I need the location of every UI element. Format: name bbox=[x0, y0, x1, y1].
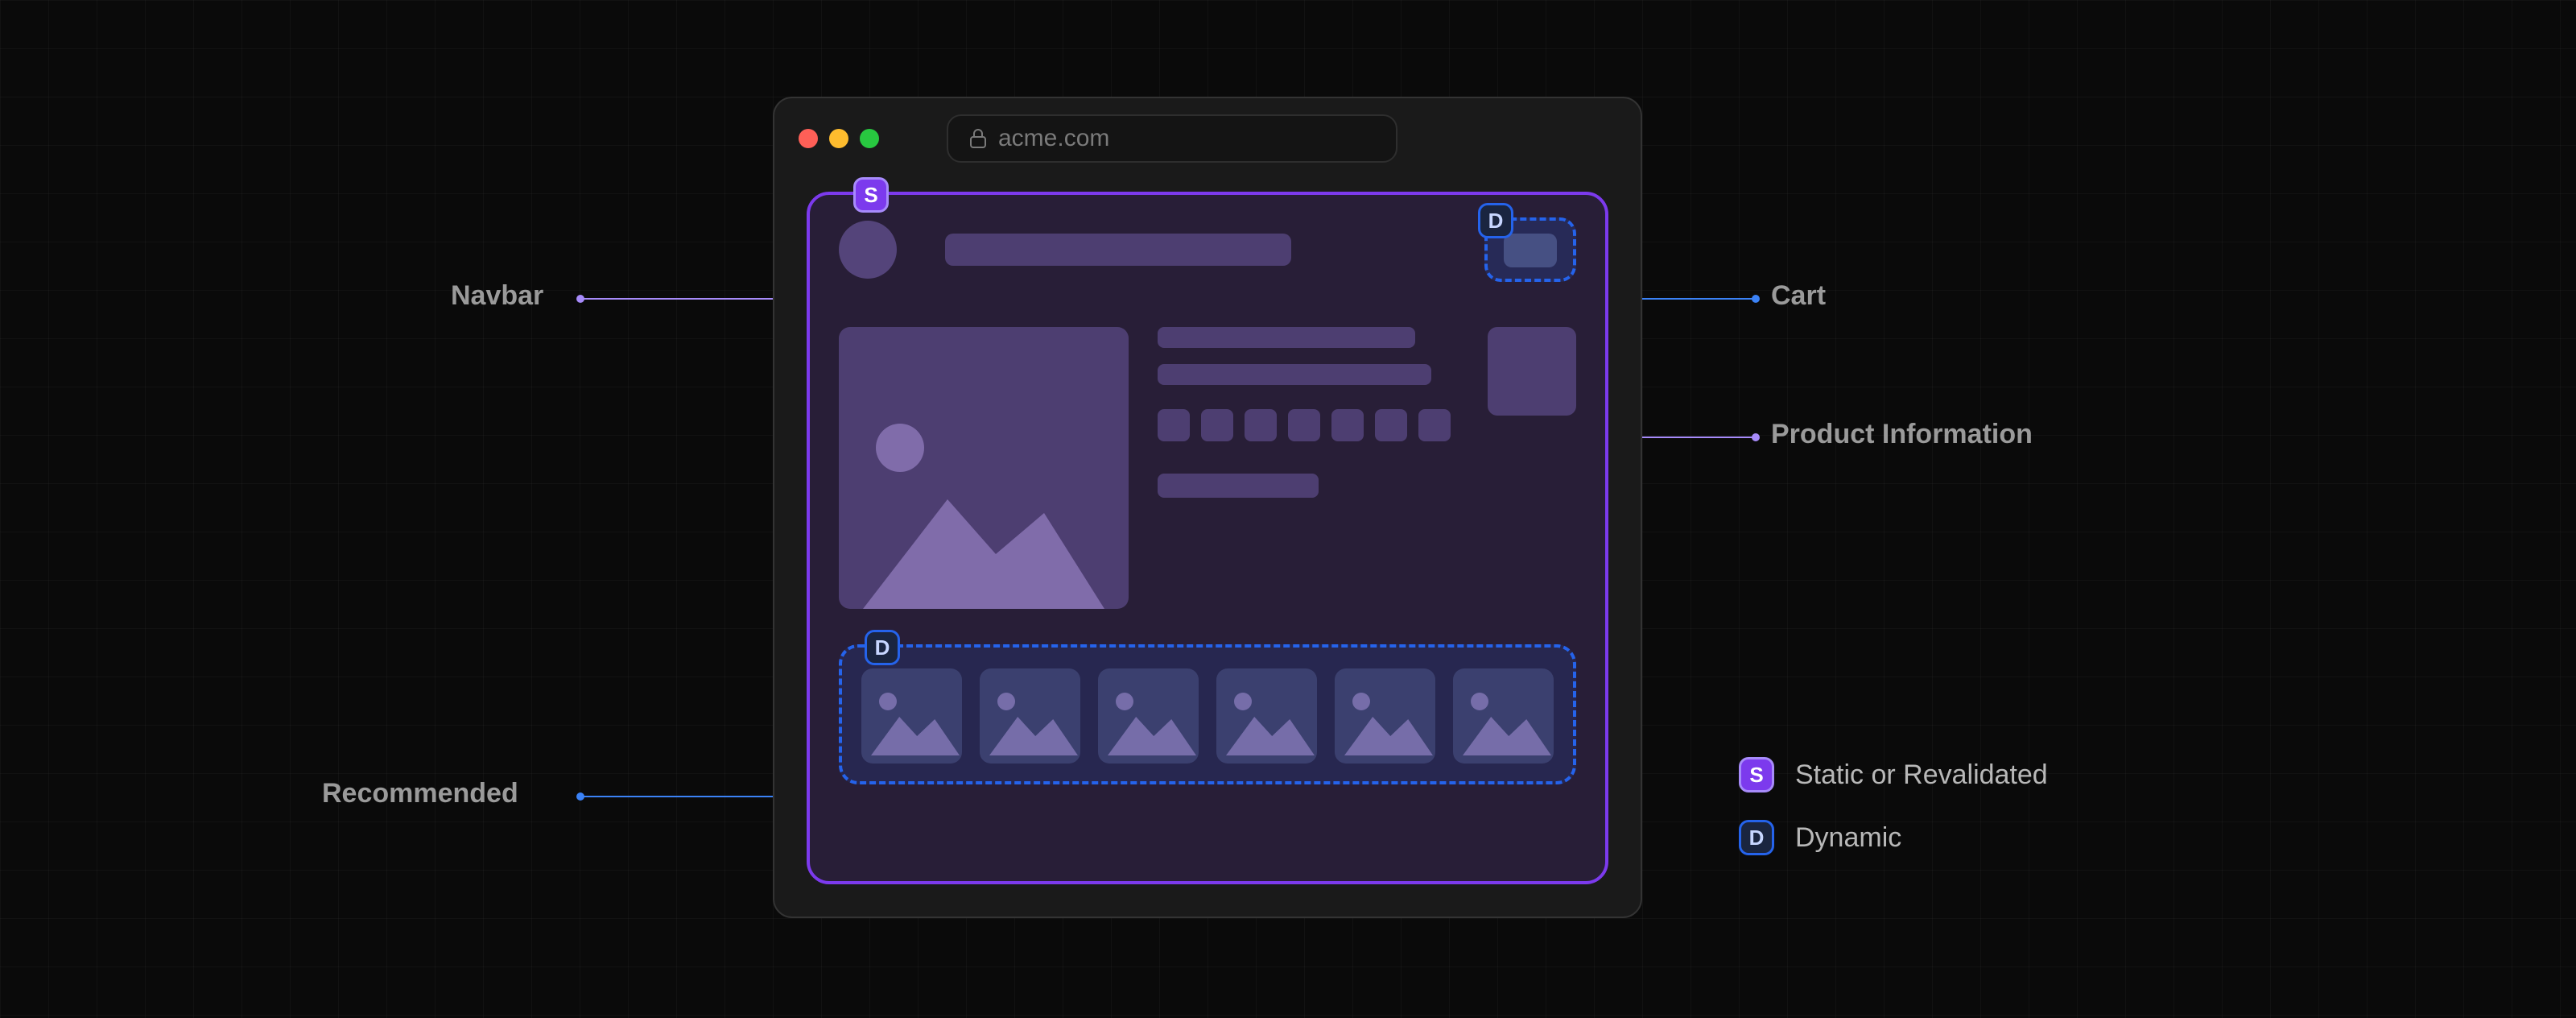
badge-dynamic: D bbox=[1478, 203, 1513, 238]
label-product-info: Product Information bbox=[1771, 419, 2033, 450]
legend-static-row: S Static or Revalidated bbox=[1739, 757, 2048, 792]
swatch-placeholder[interactable] bbox=[1245, 409, 1277, 441]
badge-dynamic: D bbox=[865, 630, 900, 665]
swatch-placeholder[interactable] bbox=[1331, 409, 1364, 441]
swatch-row bbox=[1158, 409, 1459, 441]
product-info-region bbox=[839, 327, 1576, 609]
recommended-item[interactable] bbox=[980, 668, 1080, 764]
swatch-placeholder[interactable] bbox=[1158, 409, 1190, 441]
lock-icon bbox=[969, 128, 987, 149]
swatch-placeholder[interactable] bbox=[1375, 409, 1407, 441]
logo-placeholder bbox=[839, 221, 897, 279]
legend-dynamic-label: Dynamic bbox=[1795, 822, 1901, 854]
navbar-region: D bbox=[839, 217, 1576, 282]
static-region: S D bbox=[807, 192, 1608, 884]
nav-title-placeholder bbox=[945, 234, 1291, 266]
connector-dot bbox=[576, 792, 584, 801]
connector-dot bbox=[1752, 295, 1760, 303]
swatch-placeholder[interactable] bbox=[1418, 409, 1451, 441]
legend-badge-dynamic: D bbox=[1739, 820, 1774, 855]
address-bar[interactable]: acme.com bbox=[947, 114, 1397, 163]
url-text: acme.com bbox=[998, 125, 1109, 152]
connector-navbar bbox=[580, 298, 778, 300]
traffic-lights bbox=[799, 129, 879, 148]
browser-chrome: acme.com bbox=[774, 98, 1641, 179]
recommended-item[interactable] bbox=[1216, 668, 1317, 764]
diagram-canvas: Navbar Recommended Cart Product Informat… bbox=[0, 0, 2576, 1018]
legend-badge-static: S bbox=[1739, 757, 1774, 792]
label-navbar: Navbar bbox=[451, 280, 543, 312]
connector-recommended bbox=[580, 796, 778, 797]
text-line-placeholder bbox=[1158, 327, 1415, 348]
legend-dynamic-row: D Dynamic bbox=[1739, 820, 2048, 855]
recommended-item[interactable] bbox=[1098, 668, 1199, 764]
connector-dot bbox=[1752, 433, 1760, 441]
product-details bbox=[1158, 327, 1459, 609]
legend-static-label: Static or Revalidated bbox=[1795, 759, 2048, 791]
page-content: S D bbox=[774, 179, 1641, 917]
connector-dot bbox=[576, 295, 584, 303]
recommended-item[interactable] bbox=[861, 668, 962, 764]
text-line-placeholder bbox=[1158, 364, 1431, 385]
close-icon[interactable] bbox=[799, 129, 818, 148]
cart-button-placeholder[interactable] bbox=[1504, 234, 1557, 267]
button-placeholder[interactable] bbox=[1158, 474, 1319, 498]
zoom-icon[interactable] bbox=[860, 129, 879, 148]
product-image-placeholder bbox=[839, 327, 1129, 609]
legend: S Static or Revalidated D Dynamic bbox=[1739, 757, 2048, 855]
badge-static: S bbox=[853, 177, 889, 213]
recommended-item[interactable] bbox=[1335, 668, 1435, 764]
product-thumbnail-placeholder bbox=[1488, 327, 1576, 416]
minimize-icon[interactable] bbox=[829, 129, 848, 148]
recommended-item[interactable] bbox=[1453, 668, 1554, 764]
label-recommended: Recommended bbox=[322, 778, 518, 809]
swatch-placeholder[interactable] bbox=[1288, 409, 1320, 441]
cart-region: D bbox=[1484, 217, 1576, 282]
browser-window: acme.com S D bbox=[773, 97, 1642, 918]
label-cart: Cart bbox=[1771, 280, 1826, 312]
swatch-placeholder[interactable] bbox=[1201, 409, 1233, 441]
recommended-region: D bbox=[839, 644, 1576, 784]
